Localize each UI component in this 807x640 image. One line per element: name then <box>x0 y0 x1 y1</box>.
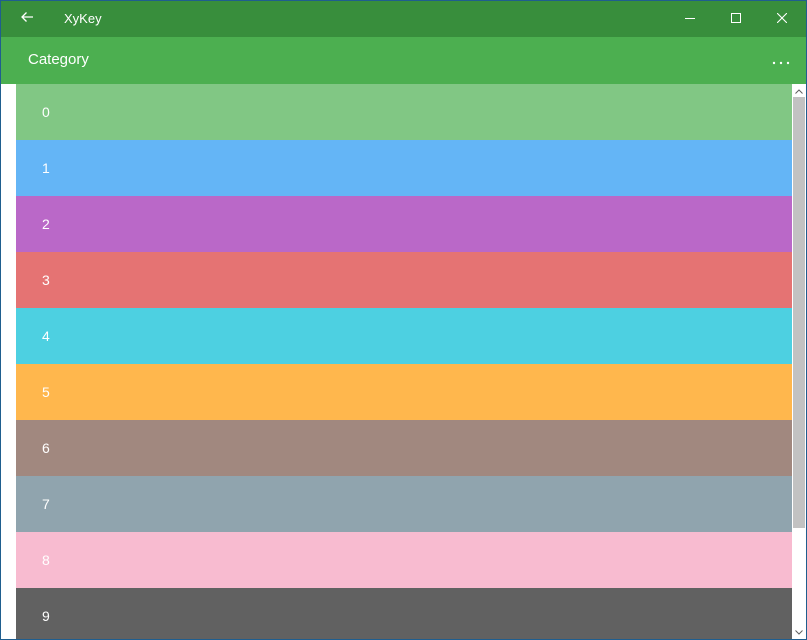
category-list-area: 0 1 2 3 4 5 6 7 8 9 <box>1 84 806 639</box>
category-item-6[interactable]: 6 <box>16 420 792 476</box>
scroll-up-button[interactable] <box>792 84 806 96</box>
category-item-8[interactable]: 8 <box>16 532 792 588</box>
close-button[interactable] <box>759 1 805 37</box>
chevron-down-icon <box>795 622 803 639</box>
category-label: 6 <box>42 440 50 456</box>
minimize-icon <box>685 10 695 28</box>
scrollbar-thumb[interactable] <box>793 97 805 528</box>
category-item-1[interactable]: 1 <box>16 140 792 196</box>
category-item-2[interactable]: 2 <box>16 196 792 252</box>
category-label: 0 <box>42 104 50 120</box>
scroll-down-button[interactable] <box>792 625 806 637</box>
category-item-9[interactable]: 9 <box>16 588 792 639</box>
maximize-icon <box>731 10 741 28</box>
window-title: XyKey <box>64 11 102 26</box>
close-icon <box>776 10 788 28</box>
category-label: 8 <box>42 552 50 568</box>
category-list: 0 1 2 3 4 5 6 7 8 9 <box>16 84 792 639</box>
maximize-button[interactable] <box>713 1 759 37</box>
category-label: 9 <box>42 608 50 624</box>
more-options-button[interactable] <box>763 37 799 84</box>
category-item-4[interactable]: 4 <box>16 308 792 364</box>
category-label: 3 <box>42 272 50 288</box>
category-item-0[interactable]: 0 <box>16 84 792 140</box>
page-title: Category <box>28 51 89 68</box>
category-item-7[interactable]: 7 <box>16 476 792 532</box>
vertical-scrollbar[interactable] <box>792 84 806 639</box>
category-item-5[interactable]: 5 <box>16 364 792 420</box>
category-label: 1 <box>42 160 50 176</box>
more-ellipsis-icon <box>772 52 790 70</box>
category-label: 5 <box>42 384 50 400</box>
category-label: 4 <box>42 328 50 344</box>
category-label: 7 <box>42 496 50 512</box>
back-arrow-icon <box>20 10 34 28</box>
app-bar: Category <box>1 37 806 84</box>
title-bar: XyKey <box>1 1 806 37</box>
minimize-button[interactable] <box>667 1 713 37</box>
category-label: 2 <box>42 216 50 232</box>
app-window: XyKey Category 0 1 2 3 4 5 6 7 8 9 <box>0 0 807 640</box>
category-item-3[interactable]: 3 <box>16 252 792 308</box>
back-button[interactable] <box>1 1 53 37</box>
